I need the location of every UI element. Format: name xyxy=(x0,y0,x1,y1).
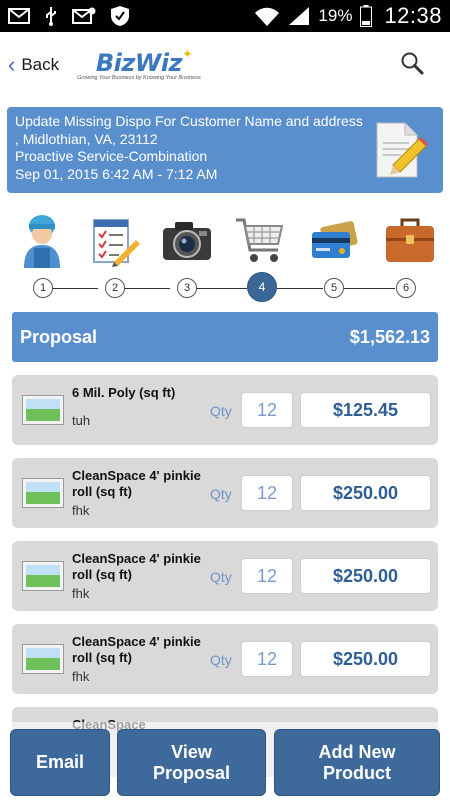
email-button[interactable]: Email xyxy=(10,729,110,796)
step-connector xyxy=(125,288,170,289)
item-note: fhk xyxy=(72,503,90,518)
product-image-icon xyxy=(22,644,64,674)
back-button[interactable]: ‹ Back xyxy=(8,54,59,76)
quantity-field[interactable]: 12 xyxy=(241,641,293,677)
app-bar: ‹ Back BizWiz ✦ Growing Your Business by … xyxy=(0,32,450,98)
price-field[interactable]: $250.00 xyxy=(300,475,431,511)
item-note: fhk xyxy=(72,669,90,684)
step-1[interactable]: 1 xyxy=(33,278,53,298)
mail-icon xyxy=(8,8,30,24)
qty-label: Qty xyxy=(210,652,232,668)
usb-icon xyxy=(46,7,56,26)
item-name: CleanSpace 4' pinkie roll (sq ft) xyxy=(72,468,201,499)
quantity-field[interactable]: 12 xyxy=(241,475,293,511)
proposal-title: Proposal xyxy=(20,326,98,347)
search-button[interactable] xyxy=(400,51,424,80)
technician-icon[interactable] xyxy=(16,212,68,268)
wifi-icon xyxy=(255,7,280,26)
camera-icon[interactable] xyxy=(161,212,213,268)
status-bar: 19% 12:38 xyxy=(0,0,450,32)
step-6[interactable]: 6 xyxy=(396,278,416,298)
price-field[interactable]: $250.00 xyxy=(300,558,431,594)
step-connector xyxy=(53,288,98,289)
qty-label: Qty xyxy=(210,486,232,502)
item-note: tuh xyxy=(72,413,91,428)
cart-icon[interactable] xyxy=(234,212,286,268)
product-image-icon xyxy=(22,561,64,591)
step-3[interactable]: 3 xyxy=(177,278,197,298)
mail-alert-icon xyxy=(72,7,96,24)
proposal-total: $1,562.13 xyxy=(349,326,430,347)
quantity-field[interactable]: 12 xyxy=(241,392,293,428)
clock: 12:38 xyxy=(384,3,442,28)
proposal-header: Proposal $1,562.13 xyxy=(12,312,438,362)
list-item[interactable]: CleanSpace 4' pinkie roll (sq ft) fhk Qt… xyxy=(12,624,438,694)
product-image-icon xyxy=(22,478,64,508)
chevron-left-icon: ‹ xyxy=(8,52,16,77)
shield-icon xyxy=(111,6,129,26)
list-item[interactable]: 6 Mil. Poly (sq ft) tuh Qty 12 $125.45 xyxy=(12,375,438,445)
list-item[interactable]: CleanSpace 4' pinkie roll (sq ft) fhk Qt… xyxy=(12,458,438,528)
logo-star-icon: ✦ xyxy=(182,47,193,61)
list-item[interactable]: CleanSpace 4' pinkie roll (sq ft) fhk Qt… xyxy=(12,541,438,611)
step-connector xyxy=(344,288,395,289)
view-proposal-button[interactable]: View Proposal xyxy=(117,729,266,796)
add-new-product-button[interactable]: Add New Product xyxy=(274,729,440,796)
battery-icon xyxy=(360,5,373,27)
battery-percent: 19% xyxy=(318,6,353,25)
step-connector xyxy=(277,288,323,289)
wizard-progress: 1 2 3 4 5 6 xyxy=(0,272,450,302)
step-5[interactable]: 5 xyxy=(324,278,344,298)
product-image-icon xyxy=(22,395,64,425)
item-name: CleanSpace 4' pinkie roll (sq ft) xyxy=(72,634,201,665)
edit-document-icon xyxy=(376,122,428,178)
payment-card-icon[interactable] xyxy=(308,212,360,268)
logo-wordmark: BizWiz ✦ xyxy=(95,47,193,77)
qty-label: Qty xyxy=(210,569,232,585)
job-info-card[interactable]: Update Missing Dispo For Customer Name a… xyxy=(7,107,443,193)
item-name: 6 Mil. Poly (sq ft) xyxy=(72,385,176,400)
step-2[interactable]: 2 xyxy=(105,278,125,298)
item-note: fhk xyxy=(72,586,90,601)
item-name: CleanSpace 4' pinkie roll (sq ft) xyxy=(72,551,201,582)
wizard-step-icons xyxy=(0,212,450,272)
quantity-field[interactable]: 12 xyxy=(241,558,293,594)
price-field[interactable]: $125.45 xyxy=(300,392,431,428)
search-icon xyxy=(401,52,424,74)
signal-icon xyxy=(289,7,310,25)
briefcase-icon[interactable] xyxy=(384,212,436,268)
price-field[interactable]: $250.00 xyxy=(300,641,431,677)
step-4-active[interactable]: 4 xyxy=(247,272,277,302)
checklist-icon[interactable] xyxy=(90,212,142,268)
qty-label: Qty xyxy=(210,403,232,419)
back-label: Back xyxy=(21,55,60,74)
step-connector xyxy=(197,288,247,289)
bizwiz-logo: BizWiz ✦ Growing Your Business by Knowing… xyxy=(77,47,201,81)
